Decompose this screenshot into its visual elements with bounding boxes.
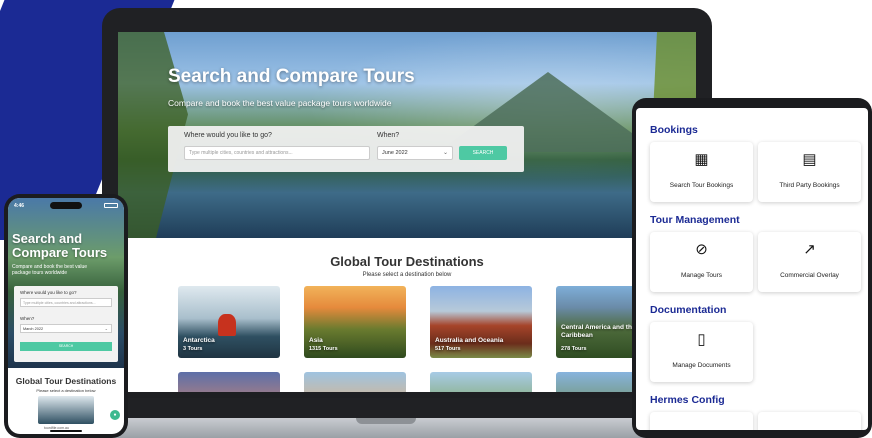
chat-icon[interactable]: ● [110, 410, 120, 420]
tile-label: Search Tour Bookings [669, 182, 734, 189]
tile-label: Third Party Bookings [779, 182, 840, 189]
destination-input[interactable]: Type multiple cities, countries and attr… [20, 298, 112, 307]
section-heading-bookings: Bookings [650, 124, 698, 136]
destination-card-asia[interactable]: Asia 1315 Tours [304, 286, 406, 358]
home-indicator [50, 430, 82, 432]
status-time: 4:46 [14, 203, 25, 209]
battery-icon [104, 203, 118, 208]
search-card: Where would you like to go? When? Type m… [168, 126, 524, 172]
tile-label: Manage Tours [680, 272, 723, 279]
hero-title: Search and Compare Tours [168, 66, 415, 87]
destination-input[interactable]: Type multiple cities, countries and attr… [184, 146, 370, 160]
destination-count: 278 Tours [561, 346, 587, 352]
destination-label: Where would you like to go? [184, 132, 272, 139]
tile-label: Manage Documents [672, 362, 731, 369]
phone-section-title: Global Tour Destinations [15, 376, 117, 386]
destination-name: Australia and Oceania [435, 337, 504, 344]
tablet-camera [736, 102, 766, 115]
search-button[interactable]: SEARCH [20, 342, 112, 351]
building-icon: ▦ [694, 151, 709, 168]
hero-subtitle: Compare and book the best value package … [168, 98, 392, 108]
dynamic-island [50, 202, 82, 209]
date-select-value: June 2022 [382, 150, 408, 156]
tablet-screen: Bookings ▦ Search Tour Bookings ▤ Third … [636, 108, 868, 430]
date-select-value: March 2022 [23, 327, 44, 331]
section-heading-tour-management: Tour Management [650, 214, 740, 226]
phone-screen: 4:46 Search and Compare Tours Compare an… [8, 198, 124, 434]
date-select[interactable]: June 2022 ⌄ [377, 146, 453, 160]
compass-icon: ⊘ [695, 241, 708, 258]
manage-tours-tile[interactable]: ⊘ Manage Tours [650, 232, 753, 292]
destination-card-australia[interactable]: Australia and Oceania 517 Tours [430, 286, 532, 358]
device-mockup-stage: Search and Compare Tours Compare and boo… [0, 0, 872, 438]
date-select[interactable]: March 2022 ⌄ [20, 324, 112, 333]
search-button[interactable]: SEARCH [459, 146, 507, 160]
laptop-bezel-bottom [118, 392, 696, 398]
destination-image [218, 314, 236, 336]
section-subtitle: Please select a destination below [362, 272, 452, 278]
destination-name: Asia [309, 337, 323, 344]
destination-count: 3 Tours [183, 346, 203, 352]
chevron-down-icon: ⌄ [104, 326, 108, 331]
date-label: When? [20, 316, 35, 321]
destination-card-antarctica[interactable]: Antarctica 3 Tours [178, 286, 280, 358]
destination-count: 1315 Tours [309, 346, 338, 352]
chevron-down-icon: ⌄ [442, 150, 448, 156]
config-tile[interactable] [758, 412, 861, 430]
config-tile[interactable] [650, 412, 753, 430]
laptop-notch [356, 418, 416, 424]
destination-name: Antarctica [183, 337, 215, 344]
receipt-icon: ▤ [802, 151, 817, 168]
trending-up-icon: ↗ [803, 241, 816, 258]
phone-hero: 4:46 Search and Compare Tours Compare an… [8, 198, 124, 368]
commercial-overlay-tile[interactable]: ↗ Commercial Overlay [758, 232, 861, 292]
phone-section-subtitle: Please select a destination below [36, 388, 96, 393]
tablet-device: Bookings ▦ Search Tour Bookings ▤ Third … [632, 98, 872, 438]
destination-label: Where would you like to go? [20, 290, 77, 295]
section-title: Global Tour Destinations [330, 254, 484, 269]
section-heading-documentation: Documentation [650, 304, 727, 316]
destination-image[interactable] [38, 396, 94, 424]
document-icon: ▯ [697, 331, 706, 348]
manage-documents-tile[interactable]: ▯ Manage Documents [650, 322, 753, 382]
phone-hero-title: Search and Compare Tours [12, 231, 108, 260]
laptop-screen: Search and Compare Tours Compare and boo… [118, 32, 696, 398]
date-label: When? [377, 132, 400, 139]
destination-count: 517 Tours [435, 346, 461, 352]
tile-label: Commercial Overlay [780, 272, 839, 279]
laptop-device: Search and Compare Tours Compare and boo… [102, 8, 712, 420]
third-party-bookings-tile[interactable]: ▤ Third Party Bookings [758, 142, 861, 202]
phone-device: 4:46 Search and Compare Tours Compare an… [4, 194, 128, 438]
section-heading-hermes-config: Hermes Config [650, 394, 725, 406]
phone-search-card: Where would you like to go? Type multipl… [14, 286, 118, 362]
search-tour-bookings-tile[interactable]: ▦ Search Tour Bookings [650, 142, 753, 202]
hero-banner: Search and Compare Tours Compare and boo… [118, 32, 696, 238]
phone-hero-subtitle: Compare and book the best value package … [12, 264, 88, 276]
